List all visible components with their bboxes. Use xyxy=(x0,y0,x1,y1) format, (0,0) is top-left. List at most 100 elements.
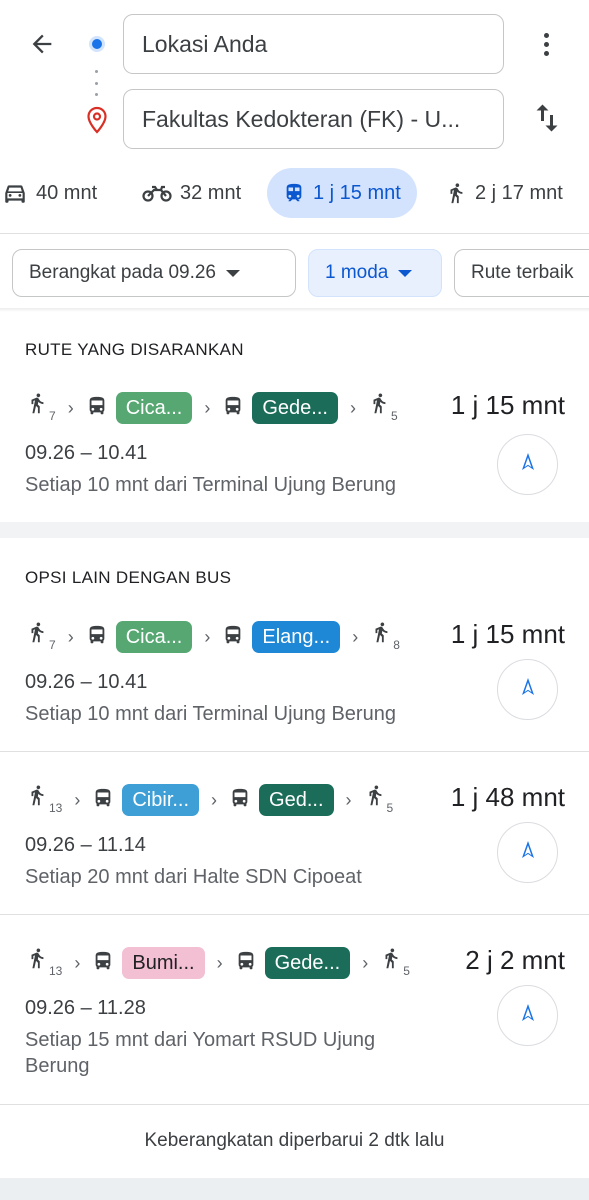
bus-line-badge: Ged... xyxy=(259,784,334,816)
tab-walk-label: 2 j 17 mnt xyxy=(475,181,563,204)
route-option[interactable]: 7 › Cica... › Gede... › 5 1 j 15 mnt 09.26 – 10.… xyxy=(0,388,589,508)
chevron-right-icon: › xyxy=(204,397,211,418)
bus-line-badge: Cibir... xyxy=(122,784,200,816)
travel-mode-tabs: 40 mnt 32 mnt 1 j 15 mnt 2 j 17 mnt xyxy=(0,168,589,218)
chevron-right-icon: › xyxy=(67,626,74,647)
navigation-arrow-icon xyxy=(516,675,540,704)
walk-minutes: 7 xyxy=(49,638,56,652)
bus-icon xyxy=(235,949,257,978)
walk-icon xyxy=(450,183,463,204)
divider xyxy=(0,308,589,312)
bus-icon xyxy=(222,623,244,652)
transit-icon xyxy=(286,183,302,202)
walk-step: 5 xyxy=(380,946,410,980)
chevron-right-icon: › xyxy=(74,952,81,973)
bus-step: Gede... xyxy=(235,947,351,979)
destination-pin-icon xyxy=(85,106,109,134)
walk-step: 5 xyxy=(364,782,394,817)
route-frequency: Setiap 20 mnt dari Halte SDN Cipoeat xyxy=(25,866,362,888)
route-duration: 1 j 15 mnt xyxy=(450,619,565,649)
start-navigation-button[interactable] xyxy=(497,822,558,883)
navigation-arrow-icon xyxy=(516,450,540,479)
walk-minutes: 7 xyxy=(49,409,56,423)
walk-step: 13 xyxy=(26,946,62,980)
bus-line-badge: Bumi... xyxy=(122,947,205,979)
walk-minutes: 5 xyxy=(390,409,398,423)
mode-count-chip[interactable]: 1 moda xyxy=(308,249,442,297)
start-navigation-button[interactable] xyxy=(497,985,558,1046)
walk-step: 5 xyxy=(368,391,398,425)
departure-update-note: Keberangkatan diperbarui 2 dtk lalu xyxy=(144,1130,445,1151)
origin-dot-icon xyxy=(89,36,105,52)
section-title-other: OPSI LAIN DENGAN BUS xyxy=(25,568,232,587)
mode-count-label: 1 moda xyxy=(325,262,389,283)
bus-line-badge: Elang... xyxy=(252,621,341,653)
walk-step: 7 xyxy=(26,620,56,654)
route-steps: 13 › Cibir... › Ged... › 5 xyxy=(26,780,393,820)
destination-input[interactable]: Fakultas Kedokteran (FK) - U... xyxy=(123,89,504,149)
walk-minutes: 13 xyxy=(49,801,63,815)
navigation-arrow-icon xyxy=(516,1001,540,1030)
swap-button[interactable] xyxy=(529,100,565,136)
tab-motorcycle[interactable]: 32 mnt xyxy=(142,168,241,218)
bus-step: Cica... xyxy=(86,392,193,424)
route-steps: 7 › Cica... › Elang... › 8 xyxy=(26,617,400,657)
origin-input[interactable]: Lokasi Anda xyxy=(123,14,504,74)
walk-icon xyxy=(26,390,48,425)
route-steps: 7 › Cica... › Gede... › 5 xyxy=(26,388,398,428)
walk-minutes: 13 xyxy=(49,964,63,978)
route-frequency: Setiap 10 mnt dari Terminal Ujung Berung xyxy=(25,474,396,496)
depart-time-chip[interactable]: Berangkat pada 09.26 xyxy=(12,249,296,297)
bus-icon xyxy=(92,786,114,815)
route-times: 09.26 – 10.41 xyxy=(25,442,148,464)
bus-line-badge: Gede... xyxy=(264,947,351,979)
walk-minutes: 5 xyxy=(386,801,394,815)
divider xyxy=(0,1104,589,1105)
bus-step: Gede... xyxy=(222,392,338,424)
bus-icon xyxy=(222,394,244,423)
route-option[interactable]: 13 › Cibir... › Ged... › 5 1 j 48 mnt 09.26 – 11… xyxy=(0,780,589,900)
bus-icon xyxy=(92,949,114,978)
more-options-button[interactable] xyxy=(530,26,562,62)
route-frequency: Setiap 15 mnt dari Yomart RSUD Ujung Ber… xyxy=(25,1029,376,1077)
walk-icon xyxy=(368,390,390,425)
bus-line-badge: Gede... xyxy=(252,392,338,424)
navigation-arrow-icon xyxy=(516,838,540,867)
chevron-right-icon: › xyxy=(216,952,223,973)
start-navigation-button[interactable] xyxy=(497,434,558,495)
chevron-right-icon: › xyxy=(74,789,81,810)
bottom-bar xyxy=(0,1178,589,1200)
tab-car[interactable]: 40 mnt xyxy=(2,168,97,218)
tab-car-label: 40 mnt xyxy=(36,181,98,204)
bus-icon xyxy=(86,394,108,423)
chevron-right-icon: › xyxy=(211,789,218,810)
route-option[interactable]: 13 › Bumi... › Gede... › 5 2 j 2 mnt 09.26 – 11.… xyxy=(0,943,589,1093)
back-button[interactable] xyxy=(24,26,60,62)
bus-step: Elang... xyxy=(222,621,341,653)
route-option[interactable]: 7 › Cica... › Elang... › 8 1 j 15 mnt 09.26 – 10… xyxy=(0,617,589,737)
tab-walk[interactable]: 2 j 17 mnt xyxy=(445,168,563,218)
best-route-chip[interactable]: Rute terbaik xyxy=(454,249,589,297)
walk-icon xyxy=(380,945,402,980)
car-icon xyxy=(5,185,25,203)
walk-icon xyxy=(26,619,48,654)
walk-minutes: 5 xyxy=(403,964,410,978)
route-dots-icon xyxy=(95,70,99,96)
route-duration: 1 j 15 mnt xyxy=(450,390,565,420)
route-duration: 2 j 2 mnt xyxy=(465,945,565,975)
divider xyxy=(0,233,589,234)
chevron-right-icon: › xyxy=(345,789,352,810)
tab-transit[interactable]: 1 j 15 mnt xyxy=(267,168,417,218)
bus-icon xyxy=(229,786,251,815)
chevron-right-icon: › xyxy=(352,626,359,647)
section-title-suggested: RUTE YANG DISARANKAN xyxy=(25,340,244,359)
dropdown-caret-icon xyxy=(398,269,413,277)
arrow-back-icon xyxy=(32,34,52,54)
dropdown-caret-icon xyxy=(226,269,240,277)
route-frequency: Setiap 10 mnt dari Terminal Ujung Berung xyxy=(25,703,396,725)
walk-icon xyxy=(26,782,48,817)
start-navigation-button[interactable] xyxy=(497,659,558,720)
walk-icon xyxy=(364,782,386,817)
walk-step: 7 xyxy=(26,391,56,425)
chevron-right-icon: › xyxy=(349,397,356,418)
